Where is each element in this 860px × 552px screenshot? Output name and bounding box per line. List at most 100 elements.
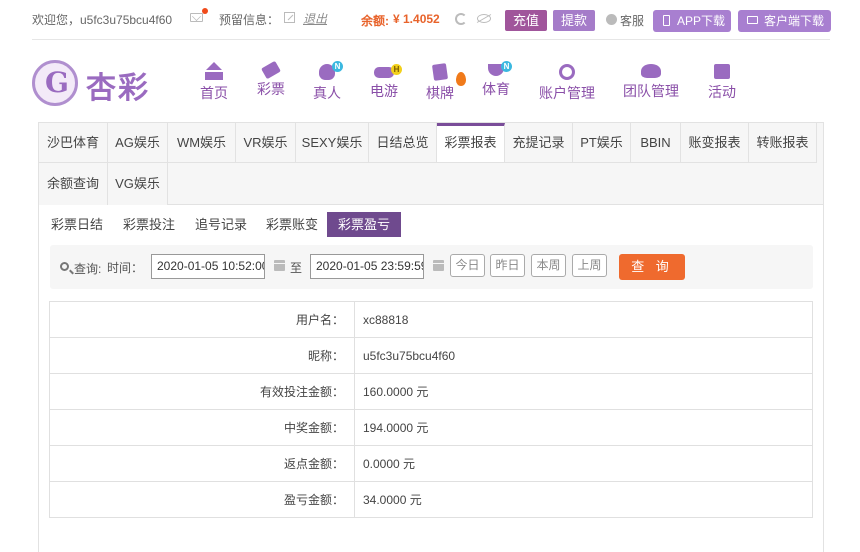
tab-ag[interactable]: AG娱乐 [108, 123, 168, 163]
logo-text: 杏彩 [86, 72, 150, 105]
yesterday-button[interactable]: 昨日 [490, 254, 525, 277]
reserved-info-label: 预留信息： [219, 13, 280, 27]
tab-saba-sports[interactable]: 沙巴体育 [39, 123, 108, 163]
nav-live[interactable]: N 真人 [312, 61, 343, 104]
balance-value: ¥ 1.4052 [393, 12, 440, 26]
table-row: 用户名： xc88818 [49, 301, 813, 338]
table-row: 昵称： u5fc3u75bcu4f60 [49, 337, 813, 374]
cards-icon [431, 63, 449, 81]
to-label: 至 [290, 261, 303, 275]
search-icon [60, 262, 69, 271]
table-row: 有效投注金额： 160.0000 元 [49, 373, 813, 410]
table-row: 中奖金额： 194.0000 元 [49, 409, 813, 446]
tab-vr[interactable]: VR娱乐 [236, 123, 296, 163]
row-value: 160.0000 元 [354, 373, 813, 410]
this-week-button[interactable]: 本周 [531, 254, 566, 277]
calendar-icon[interactable] [274, 260, 285, 271]
row-key: 盈亏金额： [49, 481, 355, 518]
logo-mark-icon [32, 60, 78, 106]
tab-vg[interactable]: VG娱乐 [108, 163, 168, 205]
row-key: 昵称： [49, 337, 355, 374]
balance-label: 余额: [361, 14, 389, 28]
query-button[interactable]: 查 询 [619, 254, 685, 280]
row-value: 34.0000 元 [354, 481, 813, 518]
app-download-label: APP下载 [677, 14, 726, 28]
refresh-icon[interactable] [455, 13, 467, 25]
flame-icon [456, 72, 466, 86]
calendar-icon[interactable] [433, 260, 444, 271]
new-badge: N [332, 61, 343, 72]
welcome-text: 欢迎您，u5fc3u75bcu4f60 [32, 13, 173, 27]
subtab-lottery-balance-change[interactable]: 彩票账变 [266, 212, 318, 237]
tab-bbin[interactable]: BBIN [631, 123, 681, 163]
today-button[interactable]: 今日 [450, 254, 485, 277]
nav-team[interactable]: 团队管理 [622, 64, 680, 104]
nav-label: 棋牌 [426, 85, 454, 101]
top-divider [32, 39, 830, 40]
withdraw-button[interactable]: 提款 [553, 10, 595, 31]
end-date-input[interactable]: 2020-01-05 23:59:59 [310, 254, 424, 279]
tab-daily-overview[interactable]: 日结总览 [369, 123, 437, 163]
hide-balance-icon[interactable] [477, 14, 491, 23]
app-download-button[interactable]: APP下载 [653, 10, 731, 32]
tab-deposit-withdraw[interactable]: 充提记录 [505, 123, 573, 163]
monitor-icon [747, 16, 758, 24]
row-key: 中奖金额： [49, 409, 355, 446]
home-icon [205, 62, 223, 80]
customer-service-link[interactable]: 客服 [620, 12, 644, 29]
lottery-ticket-icon [261, 60, 281, 80]
subtab-chase-records[interactable]: 追号记录 [195, 212, 247, 237]
subtab-lottery-daily[interactable]: 彩票日结 [51, 212, 103, 237]
mail-icon[interactable] [190, 13, 203, 22]
tab-balance-query[interactable]: 余额查询 [39, 163, 108, 205]
nav-chess-cards[interactable]: 棋牌 [425, 63, 455, 104]
profit-loss-table: 用户名： xc88818 昵称： u5fc3u75bcu4f60 有效投注金额：… [49, 301, 813, 518]
report-tabs: 沙巴体育 AG娱乐 WM娱乐 VR娱乐 SEXY娱乐 日结总览 彩票报表 充提记… [39, 123, 823, 205]
account-icon [559, 64, 575, 80]
logout-link[interactable]: 退出 [303, 10, 327, 27]
table-row: 返点金额： 0.0000 元 [49, 445, 813, 482]
new-badge: N [501, 61, 512, 72]
time-label: 时间： [107, 261, 144, 275]
nav-label: 彩票 [257, 81, 285, 97]
row-key: 用户名： [49, 301, 355, 338]
nav-sports[interactable]: N 体育 [481, 61, 512, 104]
tab-sexy[interactable]: SEXY娱乐 [296, 123, 369, 163]
tab-balance-change[interactable]: 账变报表 [681, 123, 749, 163]
table-row: 盈亏金额： 34.0000 元 [49, 481, 813, 518]
team-icon [641, 64, 661, 78]
gift-icon [714, 64, 730, 79]
tab-pt[interactable]: PT娱乐 [573, 123, 631, 163]
row-value: 194.0000 元 [354, 409, 813, 446]
edit-icon[interactable] [284, 12, 295, 23]
nav-home[interactable]: 首页 [199, 62, 229, 104]
client-download-button[interactable]: 客户端下载 [738, 10, 831, 32]
tab-lottery-report[interactable]: 彩票报表 [437, 123, 505, 163]
nav-lottery[interactable]: 彩票 [256, 60, 286, 104]
search-label: 查询: [74, 262, 102, 276]
row-value: xc88818 [354, 301, 813, 338]
subtab-lottery-profit-loss[interactable]: 彩票盈亏 [327, 212, 402, 237]
tab-wm[interactable]: WM娱乐 [168, 123, 236, 163]
phone-icon [663, 15, 670, 26]
tab-transfer-report[interactable]: 转账报表 [749, 123, 817, 163]
deposit-button[interactable]: 充值 [505, 10, 547, 31]
nav-label: 活动 [708, 84, 736, 100]
customer-service-icon[interactable] [606, 14, 617, 25]
nav-account[interactable]: 账户管理 [538, 64, 596, 104]
row-value: 0.0000 元 [354, 445, 813, 482]
nav-promotions[interactable]: 活动 [707, 64, 737, 104]
gamepad-icon: H [374, 64, 402, 78]
nav-label: 体育 [482, 81, 510, 97]
subtab-lottery-bets[interactable]: 彩票投注 [123, 212, 175, 237]
last-week-button[interactable]: 上周 [572, 254, 607, 277]
hot-badge: H [391, 64, 402, 75]
nav-label: 真人 [313, 85, 341, 101]
live-dealer-icon: N [319, 61, 343, 80]
row-value: u5fc3u75bcu4f60 [354, 337, 813, 374]
start-date-input[interactable]: 2020-01-05 10:52:00 [151, 254, 265, 279]
search-bar: 查询: 时间： 2020-01-05 10:52:00 至 2020-01-05… [50, 245, 813, 289]
site-logo[interactable]: 杏彩 [30, 58, 154, 108]
unread-dot [202, 8, 208, 14]
nav-egames[interactable]: H 电游 [369, 64, 402, 104]
